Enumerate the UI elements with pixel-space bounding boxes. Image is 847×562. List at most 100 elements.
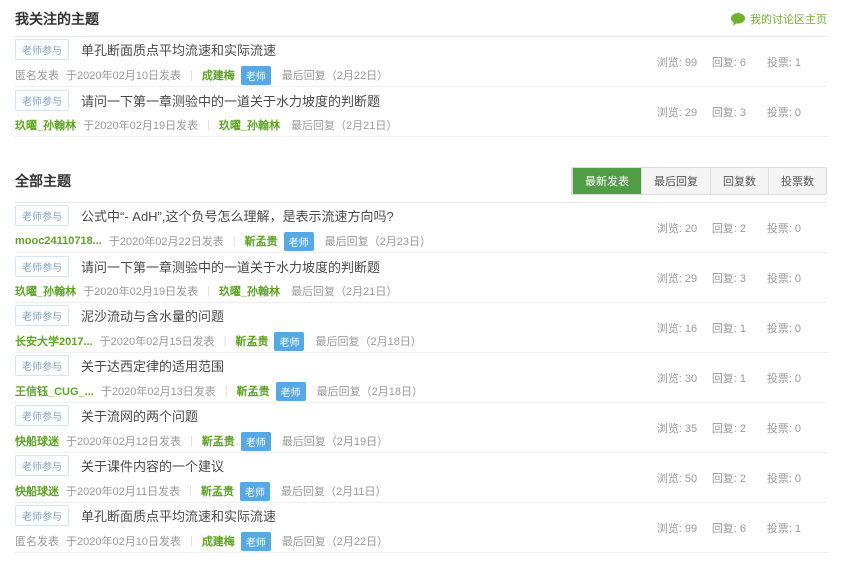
replies-stat: 回复:1 [712,320,767,336]
topic-title-link[interactable]: 公式中“- AdH”,这个负号怎么理解，是表示流速方向吗? [81,206,394,225]
author-name[interactable]: 王信钰_CUG_... [15,383,94,399]
topic-title-link[interactable]: 请问一下第一章测验中的一道关于水力坡度的判断题 [81,91,380,110]
views-value: 29 [685,273,697,285]
author-name[interactable]: 玖曜_孙翰林 [15,283,76,299]
speech-bubble-icon [731,13,745,26]
last-replier-name[interactable]: 靳孟贵 [237,383,270,399]
views-stat: 浏览:50 [657,470,712,486]
views-label: 浏览: [657,473,682,485]
last-replier-name[interactable]: 靳孟贵 [201,483,234,499]
discussion-home-link[interactable]: 我的讨论区主页 [731,11,827,27]
views-stat: 浏览:29 [657,104,712,120]
topic-stats: 浏览:20 回复:2 投票:0 [657,220,827,236]
views-label: 浏览: [657,223,682,235]
meta-separator: | [189,485,192,497]
teacher-badge: 老师 [241,532,271,551]
replies-value: 2 [740,473,746,485]
views-value: 30 [685,373,697,385]
topic-main: 老师参与 关于课件内容的一个建议 快船球迷 于2020年02月11日发表 | 靳… [15,455,387,501]
replies-label: 回复: [712,323,737,335]
replies-value: 6 [740,523,746,535]
replies-label: 回复: [712,273,737,285]
last-replier-name[interactable]: 靳孟贵 [245,233,278,249]
votes-label: 投票: [767,223,792,235]
views-value: 35 [685,423,697,435]
topic-title-link[interactable]: 单孔断面质点平均流速和实际流速 [81,506,276,525]
post-date: 于2020年02月15日发表 [100,333,215,349]
teacher-participated-badge: 老师参与 [15,256,69,277]
topic-title-link[interactable]: 关于流网的两个问题 [81,406,198,425]
votes-label: 投票: [767,423,792,435]
sort-tab[interactable]: 回复数 [710,168,768,194]
topic-title-link[interactable]: 泥沙流动与含水量的问题 [81,306,224,325]
last-replier-name[interactable]: 靳孟贵 [235,333,268,349]
topic-row: 老师参与 关于流网的两个问题 快船球迷 于2020年02月12日发表 | 靳孟贵… [15,403,827,453]
replies-label: 回复: [712,223,737,235]
topic-title-link[interactable]: 关于课件内容的一个建议 [81,456,224,475]
teacher-participated-badge: 老师参与 [15,39,69,60]
topic-title-line: 老师参与 请问一下第一章测验中的一道关于水力坡度的判断题 [15,256,397,277]
post-date: 于2020年02月10日发表 [66,533,181,549]
meta-separator: | [190,535,193,547]
topic-stats: 浏览:99 回复:6 投票:1 [657,54,827,70]
votes-value: 0 [795,223,801,235]
topic-title-link[interactable]: 请问一下第一章测验中的一道关于水力坡度的判断题 [81,257,380,276]
replies-label: 回复: [712,473,737,485]
teacher-participated-badge: 老师参与 [15,90,69,111]
last-replier-name[interactable]: 靳孟贵 [202,433,235,449]
author-name[interactable]: 快船球迷 [15,433,59,449]
replies-label: 回复: [712,373,737,385]
votes-value: 0 [795,373,801,385]
followed-section-header: 我关注的主题 我的讨论区主页 [15,0,827,37]
meta-separator: | [207,285,210,297]
last-replier-name[interactable]: 玖曜_孙翰林 [219,283,280,299]
votes-stat: 投票:0 [767,370,801,386]
views-stat: 浏览:16 [657,320,712,336]
topic-main: 老师参与 单孔断面质点平均流速和实际流速 匿名发表 于2020年02月10日发表… [15,505,388,551]
votes-stat: 投票:0 [767,470,801,486]
views-value: 50 [685,473,697,485]
votes-label: 投票: [767,473,792,485]
last-replier-name[interactable]: 成建梅 [202,67,235,83]
teacher-participated-badge: 老师参与 [15,405,69,426]
topic-row: 老师参与 公式中“- AdH”,这个负号怎么理解，是表示流速方向吗? mooc2… [15,203,827,253]
topic-meta: 王信钰_CUG_... 于2020年02月13日发表 | 靳孟贵 老师 最后回复… [15,382,423,401]
meta-separator: | [190,69,193,81]
views-value: 20 [685,223,697,235]
views-label: 浏览: [657,57,682,69]
author-name[interactable]: 玖曜_孙翰林 [15,117,76,133]
topic-main: 老师参与 单孔断面质点平均流速和实际流速 匿名发表 于2020年02月10日发表… [15,39,388,85]
sort-tab[interactable]: 最新发表 [572,168,641,194]
topic-meta: 玖曜_孙翰林 于2020年02月19日发表 | 玖曜_孙翰林 最后回复（2月21… [15,117,397,133]
votes-stat: 投票:0 [767,270,801,286]
author-name[interactable]: mooc24110718... [15,235,102,247]
topic-row: 老师参与 泥沙流动与含水量的问题 长安大学2017... 于2020年02月15… [15,303,827,353]
last-replier-name[interactable]: 成建梅 [202,533,235,549]
views-label: 浏览: [657,323,682,335]
last-reply-text: 最后回复（2月21日） [291,283,397,299]
topic-row: 老师参与 关于课件内容的一个建议 快船球迷 于2020年02月11日发表 | 靳… [15,453,827,503]
views-value: 99 [685,57,697,69]
last-reply-text: 最后回复（2月11日） [281,483,387,499]
topic-title-line: 老师参与 单孔断面质点平均流速和实际流速 [15,505,388,526]
topic-main: 老师参与 请问一下第一章测验中的一道关于水力坡度的判断题 玖曜_孙翰林 于202… [15,90,397,133]
votes-label: 投票: [767,107,792,119]
discussion-board-page: 我关注的主题 我的讨论区主页 老师参与 单孔断面质点平均流速和实际流速 [0,0,847,553]
last-reply-text: 最后回复（2月23日） [325,233,431,249]
author-name[interactable]: 长安大学2017... [15,333,93,349]
teacher-badge: 老师 [240,482,270,501]
replies-stat: 回复:2 [712,470,767,486]
last-reply-text: 最后回复（2月18日） [317,383,423,399]
sort-tab[interactable]: 投票数 [768,168,826,194]
author-name[interactable]: 匿名发表 [15,67,59,83]
topic-title-link[interactable]: 关于达西定律的适用范围 [81,356,224,375]
author-name[interactable]: 匿名发表 [15,533,59,549]
last-replier-name[interactable]: 玖曜_孙翰林 [219,117,280,133]
votes-label: 投票: [767,273,792,285]
topic-stats: 浏览:50 回复:2 投票:0 [657,470,827,486]
replies-value: 2 [740,423,746,435]
topic-title-link[interactable]: 单孔断面质点平均流速和实际流速 [81,40,276,59]
author-name[interactable]: 快船球迷 [15,483,59,499]
views-value: 99 [685,523,697,535]
sort-tab[interactable]: 最后回复 [641,168,710,194]
